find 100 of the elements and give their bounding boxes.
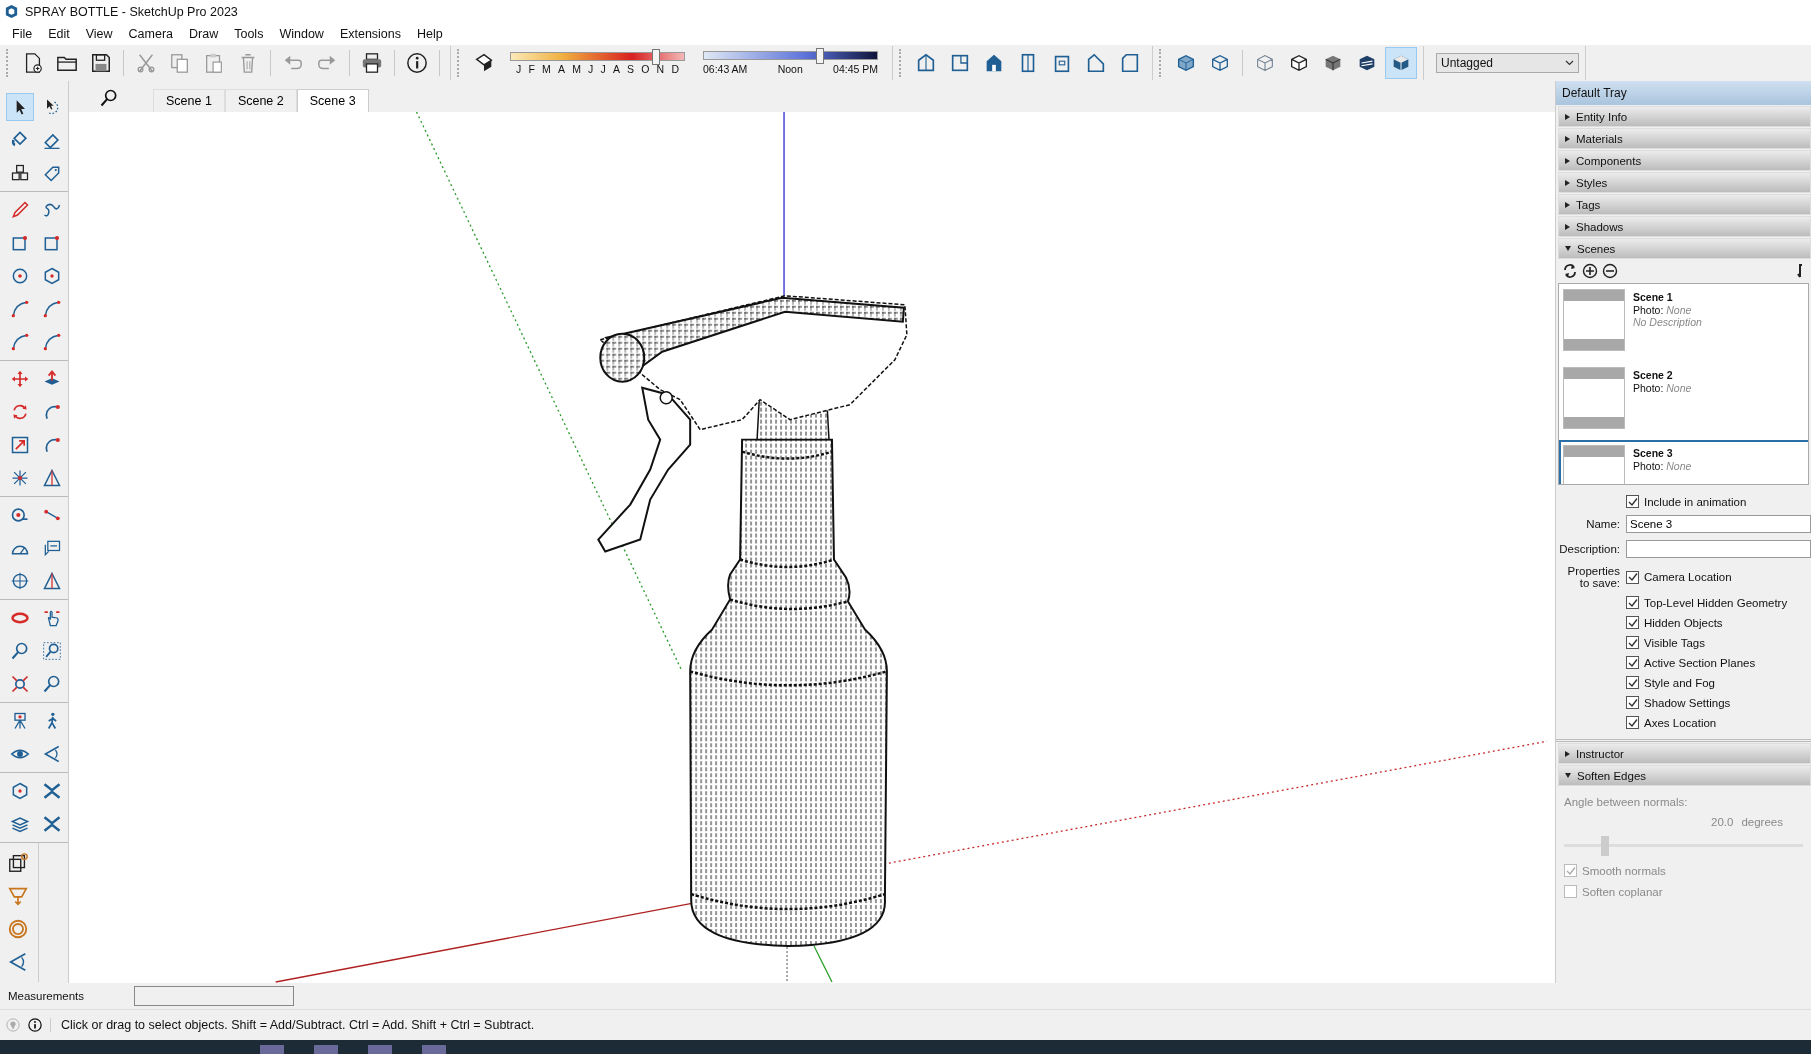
checkbox[interactable] xyxy=(1626,696,1639,709)
translucent-cube-icon[interactable] xyxy=(1175,52,1197,74)
crossed-chevrons-icon[interactable] xyxy=(42,814,62,834)
panel-header[interactable]: Styles xyxy=(1558,172,1811,193)
starburst-icon[interactable] xyxy=(10,468,30,488)
description-field[interactable] xyxy=(1626,540,1811,558)
checkbox[interactable] xyxy=(1626,676,1639,689)
name-field[interactable]: Scene 3 xyxy=(1626,515,1811,533)
panel-header[interactable]: Shadows xyxy=(1558,216,1811,237)
panel-header[interactable]: Instructor xyxy=(1558,743,1811,764)
info-icon[interactable] xyxy=(406,52,428,74)
tag-dropdown[interactable]: Untagged xyxy=(1436,53,1579,73)
panel-header[interactable]: Components xyxy=(1558,150,1811,171)
slider-thumb[interactable] xyxy=(815,48,824,64)
shaded-box-icon[interactable] xyxy=(473,52,495,74)
details-toggle-icon[interactable] xyxy=(1797,264,1805,278)
scene-tab[interactable]: Scene 3 xyxy=(296,89,369,112)
label-box-icon[interactable] xyxy=(42,538,62,558)
menu-item[interactable]: Extensions xyxy=(331,25,410,43)
month-label: F xyxy=(528,62,535,75)
cone-icon[interactable] xyxy=(42,744,62,764)
menu-item[interactable]: Edit xyxy=(40,25,78,43)
zoom-window-icon[interactable] xyxy=(42,641,62,661)
house-icon[interactable] xyxy=(915,52,937,74)
printer-icon[interactable] xyxy=(361,52,383,74)
remove-icon[interactable] xyxy=(1602,263,1618,279)
month-label: D xyxy=(671,62,679,75)
zoom-icon[interactable] xyxy=(10,641,30,661)
panel-header[interactable]: Tags xyxy=(1558,194,1811,215)
menu-item[interactable]: Help xyxy=(409,25,451,43)
panel-header[interactable]: Soften Edges xyxy=(1558,765,1811,786)
info-icon[interactable] xyxy=(28,1018,42,1032)
tape-measure-icon[interactable] xyxy=(10,505,30,525)
panel-header[interactable]: Materials xyxy=(1558,128,1811,149)
tag-icon[interactable] xyxy=(42,163,62,183)
add-icon[interactable] xyxy=(1582,263,1598,279)
slider-thumb[interactable] xyxy=(652,48,661,65)
checkbox-label: Camera Location xyxy=(1644,571,1732,583)
house-outline-icon[interactable] xyxy=(1085,52,1107,74)
copy-pages-icon[interactable] xyxy=(169,52,191,74)
checkbox[interactable] xyxy=(1626,616,1639,629)
cubes-icon[interactable] xyxy=(10,163,30,183)
pointing-hand-icon[interactable] xyxy=(42,608,62,628)
checkbox[interactable] xyxy=(1626,656,1639,669)
scene-list-item[interactable]: Scene 2 Photo: None xyxy=(1559,362,1808,440)
square-plan-icon[interactable] xyxy=(949,52,971,74)
rectangle-icon[interactable] xyxy=(42,233,62,253)
arc-icon[interactable] xyxy=(10,299,30,319)
menu-item[interactable]: Window xyxy=(271,25,332,43)
checkbox-label: Active Section Planes xyxy=(1644,656,1756,669)
circle-icon[interactable] xyxy=(10,266,30,286)
arc-icon[interactable] xyxy=(42,332,62,352)
four-way-arrows-icon[interactable] xyxy=(10,369,30,389)
scale-box-icon[interactable] xyxy=(10,435,30,455)
wireframe-cube-icon[interactable] xyxy=(1254,52,1276,74)
checkbox[interactable] xyxy=(1626,495,1639,508)
checkbox-label: Top-Level Hidden Geometry xyxy=(1644,596,1788,609)
zoom-extents-icon[interactable] xyxy=(10,674,30,694)
rectangle-icon[interactable] xyxy=(10,233,30,253)
checkbox[interactable] xyxy=(1626,596,1639,609)
checkbox[interactable] xyxy=(1626,636,1639,649)
scene-photo: Photo: None xyxy=(1633,381,1692,395)
hexagon-icon[interactable] xyxy=(42,266,62,286)
triangle-icon[interactable] xyxy=(42,571,62,591)
funnel-icon[interactable] xyxy=(7,885,29,907)
slider-thumb[interactable] xyxy=(1600,836,1609,856)
pencil-icon[interactable] xyxy=(10,200,30,220)
cube-icon[interactable] xyxy=(1288,52,1310,74)
scene-tab[interactable]: Scene 1 xyxy=(153,89,225,112)
menu-item[interactable]: Tools xyxy=(226,25,272,43)
app-logo-icon xyxy=(4,4,19,19)
field-label: Properties to save: xyxy=(1566,565,1620,589)
checkbox[interactable] xyxy=(1626,716,1639,729)
scene-tab[interactable]: Scene 2 xyxy=(224,89,297,112)
checkbox[interactable] xyxy=(1626,570,1639,584)
menu-item[interactable]: View xyxy=(77,25,121,43)
cone-icon[interactable] xyxy=(7,951,29,973)
crosshair-icon[interactable] xyxy=(10,571,30,591)
disclosure-triangle-icon xyxy=(1565,223,1570,230)
scene-photo: Photo: None xyxy=(1633,303,1693,317)
panel-header[interactable]: Scenes xyxy=(1558,238,1811,259)
arc-icon[interactable] xyxy=(10,332,30,352)
scene-name: Scene 1 xyxy=(1633,291,1674,304)
concentric-rings-icon[interactable] xyxy=(7,918,29,940)
measurements-field[interactable] xyxy=(134,986,295,1006)
hexagon-icon[interactable] xyxy=(10,781,30,801)
crossed-chevrons-icon[interactable] xyxy=(42,781,62,801)
menu-item[interactable]: Camera xyxy=(120,25,182,43)
panel-header[interactable]: Entity Info xyxy=(1558,106,1811,127)
arc-icon[interactable] xyxy=(42,299,62,319)
month-label: J xyxy=(516,62,522,75)
clipboard-icon[interactable] xyxy=(203,52,225,74)
triangle-icon[interactable] xyxy=(42,468,62,488)
refresh-icon[interactable] xyxy=(1562,263,1578,279)
menu-item[interactable]: Draw xyxy=(181,25,227,43)
search-icon[interactable] xyxy=(99,88,119,108)
scene-list-item[interactable]: Scene 1 Photo: None No Description xyxy=(1559,284,1808,362)
menu-item[interactable]: File xyxy=(4,25,41,43)
zoom-icon[interactable] xyxy=(42,674,62,694)
stacked-boxes-icon[interactable] xyxy=(7,852,29,874)
